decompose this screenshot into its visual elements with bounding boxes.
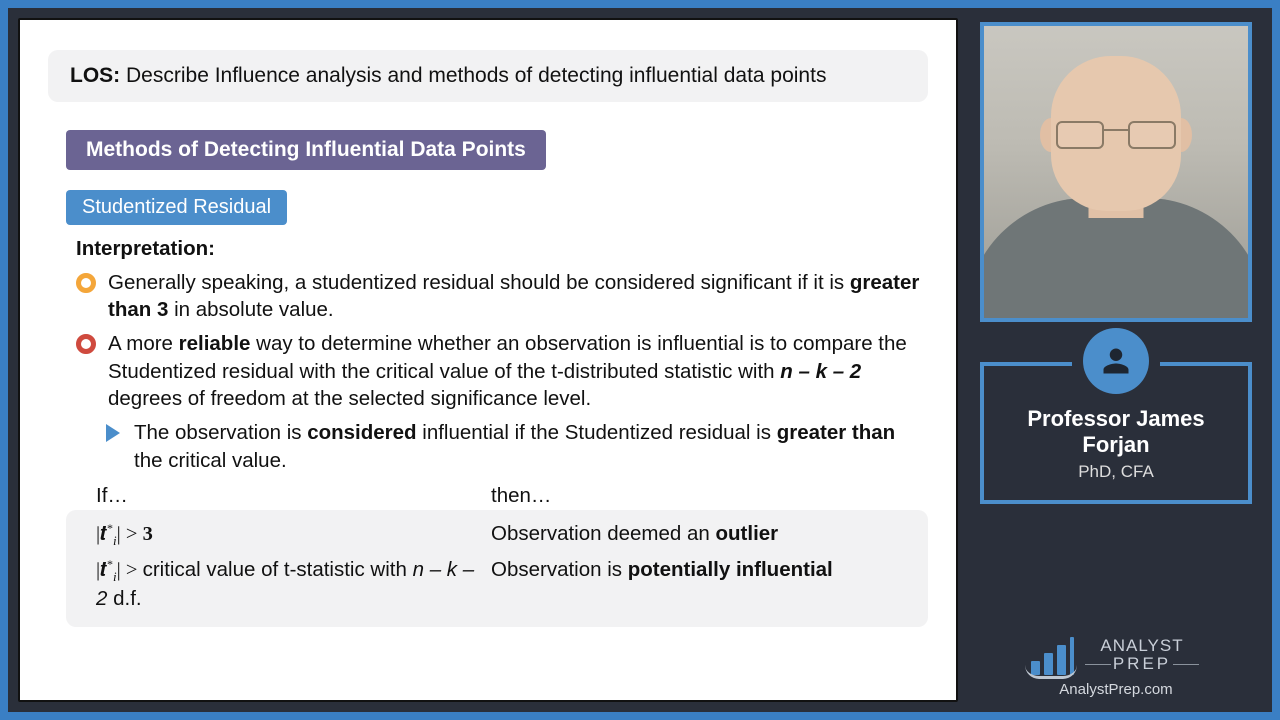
- result-cell: Observation is potentially influential: [491, 556, 898, 584]
- table-body: |𝒕*i| > 3 Observation deemed an outlier …: [66, 510, 928, 627]
- result-cell: Observation deemed an outlier: [491, 520, 898, 548]
- condition-cell: |𝒕*i| > 3: [96, 520, 491, 549]
- sub-bullet: The observation is considered influentia…: [76, 419, 928, 474]
- condition-cell: |𝒕*i| > critical value of t-statistic wi…: [96, 556, 491, 613]
- slide: LOS: Describe Influence analysis and met…: [18, 18, 958, 702]
- triangle-icon: [106, 424, 120, 442]
- bullet-1: Generally speaking, a studentized residu…: [76, 269, 928, 324]
- brand-logo: ANALYST PREP: [1031, 635, 1201, 675]
- table-header: If… then…: [66, 482, 928, 510]
- then-label: then…: [491, 482, 551, 510]
- content-block: Interpretation: Generally speaking, a st…: [76, 235, 928, 627]
- avatar-icon: [1083, 328, 1149, 394]
- glasses-icon: [1056, 121, 1176, 151]
- interpretation-heading: Interpretation:: [76, 235, 928, 263]
- presenter-card: Professor James Forjan PhD, CFA: [980, 362, 1252, 504]
- section-title: Methods of Detecting Influential Data Po…: [66, 130, 546, 170]
- logo-bars-icon: [1031, 635, 1075, 675]
- condition-table: If… then… |𝒕*i| > 3 Observation deemed a…: [66, 482, 928, 626]
- los-text: Describe Influence analysis and methods …: [126, 64, 826, 87]
- table-row: |𝒕*i| > critical value of t-statistic wi…: [96, 556, 898, 613]
- presenter-name: Professor James Forjan: [994, 406, 1238, 458]
- sidebar: Professor James Forjan PhD, CFA ANALYST …: [968, 8, 1272, 712]
- brand-block: ANALYST PREP AnalystPrep.com: [1031, 635, 1201, 702]
- brand-text: ANALYST PREP: [1083, 637, 1201, 673]
- table-row: |𝒕*i| > 3 Observation deemed an outlier: [96, 520, 898, 549]
- sub-title: Studentized Residual: [66, 190, 287, 225]
- bullet-2-text: A more reliable way to determine whether…: [108, 330, 920, 413]
- los-box: LOS: Describe Influence analysis and met…: [48, 50, 928, 102]
- presenter-video: [980, 22, 1252, 322]
- bullet-icon: [76, 334, 96, 354]
- sub-bullet-text: The observation is considered influentia…: [134, 419, 920, 474]
- bullet-1-text: Generally speaking, a studentized residu…: [108, 269, 920, 324]
- brand-url: AnalystPrep.com: [1031, 681, 1201, 698]
- bullet-icon: [76, 273, 96, 293]
- slide-area: LOS: Describe Influence analysis and met…: [8, 8, 968, 712]
- los-label: LOS:: [70, 64, 120, 87]
- bullet-2: A more reliable way to determine whether…: [76, 330, 928, 413]
- if-label: If…: [96, 482, 491, 510]
- presenter-credentials: PhD, CFA: [994, 462, 1238, 482]
